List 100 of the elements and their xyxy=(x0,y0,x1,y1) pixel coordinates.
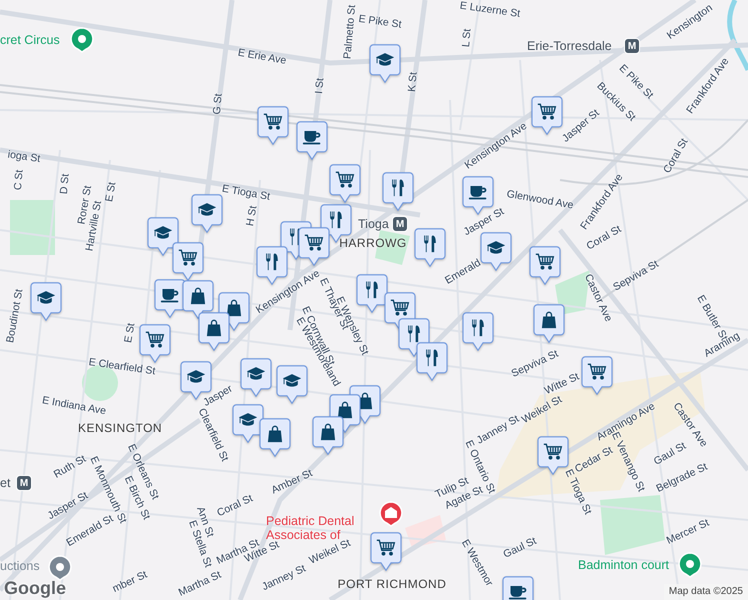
coffee-cup-icon xyxy=(468,186,486,200)
shopping-cart-icon xyxy=(336,172,354,188)
place-marker-icon[interactable] xyxy=(70,27,94,53)
map-pin[interactable] xyxy=(240,358,272,398)
place-label[interactable]: et xyxy=(0,476,10,490)
metro-badge[interactable]: M xyxy=(16,475,32,491)
map-pin[interactable] xyxy=(232,404,264,444)
shopping-cart-icon xyxy=(544,444,562,460)
neighborhood-label: KENSINGTON xyxy=(78,422,162,434)
metro-badge[interactable]: M xyxy=(392,216,408,232)
street-label: I St xyxy=(314,78,326,94)
coffee-cup-icon xyxy=(160,289,178,302)
map-pin[interactable] xyxy=(382,172,414,212)
shopping-cart-icon xyxy=(146,332,164,348)
shopping-cart-icon xyxy=(304,234,324,251)
metro-badge[interactable]: M xyxy=(624,38,640,54)
graduation-cap-icon xyxy=(282,374,302,387)
place-marker-icon[interactable] xyxy=(379,501,403,527)
street-label: E Erie Ave xyxy=(237,48,287,66)
park-area xyxy=(10,200,55,255)
map-pin[interactable] xyxy=(257,106,289,146)
map-pin[interactable] xyxy=(312,416,344,456)
map-pin[interactable] xyxy=(529,246,561,286)
map-pin[interactable] xyxy=(154,279,186,319)
fork-knife-icon xyxy=(426,350,438,366)
neighborhood-label: PORT RICHMOND xyxy=(338,578,446,590)
graduation-cap-icon xyxy=(486,241,506,254)
street-label: L St xyxy=(460,28,474,48)
shopping-cart-icon xyxy=(390,300,410,316)
place-label[interactable]: Erie-Torresdale xyxy=(527,38,612,54)
shopping-bag-icon xyxy=(268,426,282,442)
street-label: E Indiana Ave xyxy=(41,395,107,417)
map-pin[interactable] xyxy=(369,44,401,84)
street-label: mber St xyxy=(111,569,149,595)
street-label: C St xyxy=(12,169,26,191)
map-pin[interactable] xyxy=(414,228,446,268)
shopping-bag-icon xyxy=(190,288,206,304)
street-label: E Clearfield St xyxy=(88,357,156,377)
street-label: Glenwood Ave xyxy=(506,188,574,212)
street-label: ioga St xyxy=(7,150,41,164)
map-pin[interactable] xyxy=(147,217,179,257)
street-label: Castor Ave xyxy=(582,272,614,324)
street-label: E St xyxy=(123,322,137,344)
map-pin[interactable] xyxy=(198,312,230,352)
map-pin[interactable] xyxy=(416,342,448,382)
shopping-bag-icon xyxy=(226,300,242,316)
map-pin[interactable] xyxy=(298,227,330,267)
fork-knife-icon xyxy=(424,236,436,252)
street-label: Witte St xyxy=(543,371,581,397)
shopping-cart-icon xyxy=(376,540,396,556)
hospital-area xyxy=(405,515,446,548)
shopping-cart-icon xyxy=(588,364,606,380)
fork-knife-icon xyxy=(366,282,378,298)
shopping-bag-icon xyxy=(320,424,336,440)
graduation-cap-icon xyxy=(154,226,172,239)
map-pin[interactable] xyxy=(172,242,204,282)
street-label: K St xyxy=(406,72,420,92)
shopping-bag-icon xyxy=(206,320,222,336)
place-label[interactable]: Tioga xyxy=(358,216,389,232)
fork-knife-icon xyxy=(472,320,484,336)
map-pin[interactable] xyxy=(259,418,291,458)
fork-knife-icon xyxy=(408,326,420,342)
street-label: G St xyxy=(212,93,224,115)
street-label: E Luzerne St xyxy=(459,0,521,20)
map-pin[interactable] xyxy=(30,282,62,322)
street-label: E Tioga St xyxy=(221,184,271,202)
street-label: D St xyxy=(58,173,72,195)
map-pin[interactable] xyxy=(462,312,494,352)
map-pin[interactable] xyxy=(462,176,494,216)
fork-knife-icon xyxy=(392,180,404,196)
map-pin[interactable] xyxy=(191,194,223,234)
graduation-cap-icon xyxy=(186,370,206,383)
shopping-cart-icon xyxy=(178,250,198,266)
street-label: Coral St xyxy=(216,493,254,519)
map-pin[interactable] xyxy=(581,356,613,396)
neighborhood-label: HARROWG xyxy=(339,237,407,249)
street-label: E St xyxy=(104,181,118,203)
map-pin[interactable] xyxy=(533,304,565,344)
map-pin[interactable] xyxy=(531,96,563,136)
shopping-bag-icon xyxy=(542,312,556,328)
street-label: Gaul St xyxy=(652,440,688,468)
street-label: E Pike St xyxy=(358,14,402,30)
shopping-bag-icon xyxy=(338,402,352,418)
map-pin[interactable] xyxy=(329,164,361,204)
river-line xyxy=(727,0,748,72)
map-pin[interactable] xyxy=(370,532,402,572)
coffee-cup-icon xyxy=(508,586,526,600)
place-marker-icon[interactable] xyxy=(678,552,702,578)
graduation-cap-icon xyxy=(376,53,394,66)
park-area xyxy=(600,495,665,555)
street-label: Boudinot St xyxy=(5,288,25,344)
map-pin[interactable] xyxy=(182,280,214,320)
coffee-cup-icon xyxy=(302,131,320,144)
fork-knife-icon xyxy=(330,212,342,228)
google-logo: Google xyxy=(4,579,66,597)
graduation-cap-icon xyxy=(246,367,266,380)
place-marker-icon[interactable] xyxy=(48,555,72,581)
map-pin[interactable] xyxy=(296,121,328,161)
graduation-cap-icon xyxy=(238,413,258,426)
street-label: Palmetto St xyxy=(342,4,358,60)
